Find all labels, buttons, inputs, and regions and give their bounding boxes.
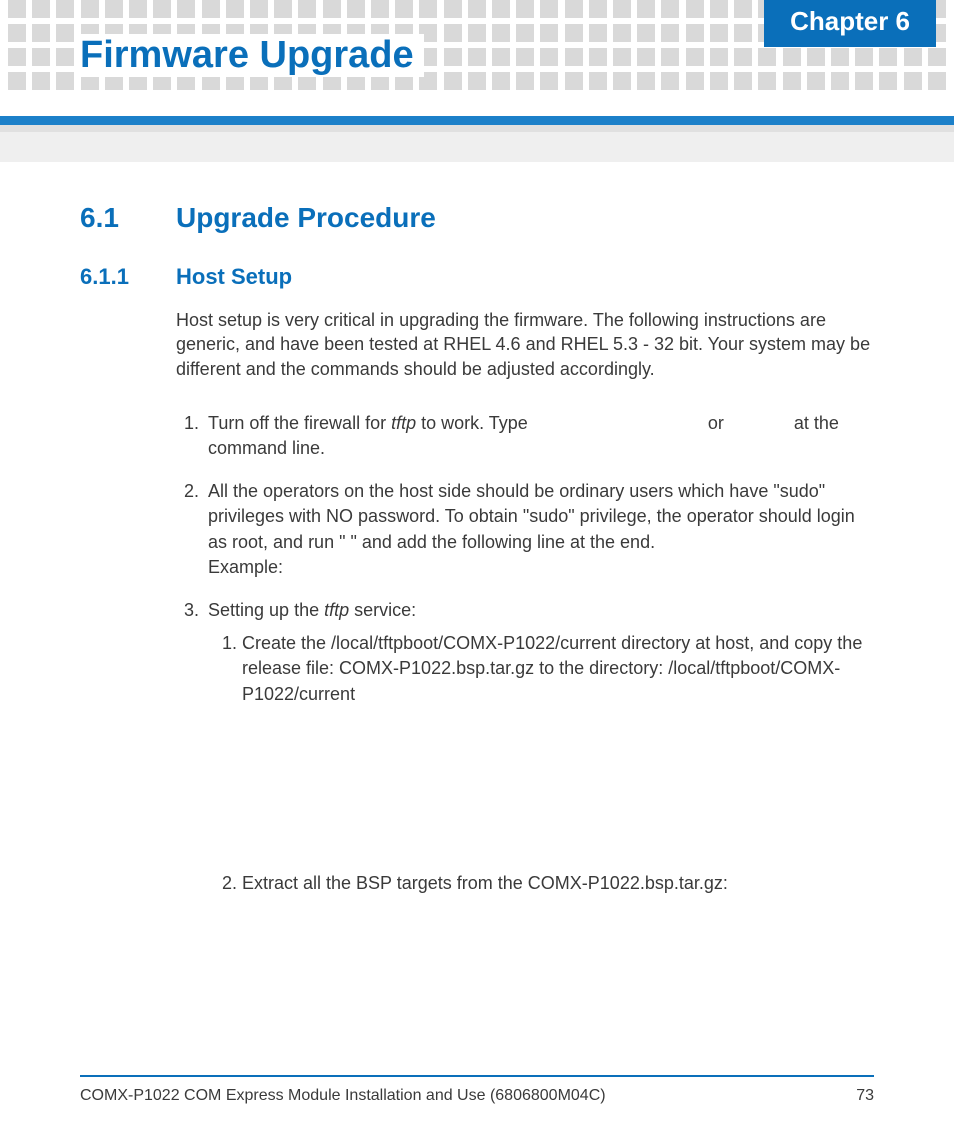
subsection-title: Host Setup (176, 264, 292, 290)
step-3-1: Create the /local/tftpboot/COMX-P1022/cu… (242, 631, 874, 707)
step-2: All the operators on the host side shoul… (204, 479, 874, 580)
step-1-text-a: Turn off the firewall for (208, 413, 391, 433)
section-heading: 6.1 Upgrade Procedure (80, 202, 874, 234)
intro-paragraph: Host setup is very critical in upgrading… (176, 308, 874, 381)
step-1: Turn off the firewall for tftp to work. … (204, 411, 874, 461)
step-3-2: Extract all the BSP targets from the COM… (242, 871, 874, 896)
page-title: Firmware Upgrade (80, 34, 424, 77)
footer-rule (80, 1075, 874, 1077)
step-3-substeps: Create the /local/tftpboot/COMX-P1022/cu… (208, 631, 874, 896)
step-1-italic-tftp: tftp (391, 413, 416, 433)
ordered-steps: Turn off the firewall for tftp to work. … (176, 411, 874, 896)
footer: COMX-P1022 COM Express Module Installati… (80, 1075, 874, 1105)
step-3-italic-tftp: tftp (324, 600, 349, 620)
subsection-number: 6.1.1 (80, 264, 176, 290)
step-2-text: All the operators on the host side shoul… (208, 481, 855, 551)
section-title: Upgrade Procedure (176, 202, 436, 234)
footer-page-number: 73 (856, 1087, 874, 1105)
step-3-gap (242, 721, 874, 871)
step-2-example-label: Example: (208, 557, 283, 577)
content-area: 6.1 Upgrade Procedure 6.1.1 Host Setup H… (0, 162, 954, 896)
step-1-text-b: to work. Type (416, 413, 533, 433)
header-separator (0, 116, 954, 132)
footer-doc-title: COMX-P1022 COM Express Module Installati… (80, 1087, 606, 1105)
header: Chapter 6 Firmware Upgrade (0, 0, 954, 96)
section-number: 6.1 (80, 202, 176, 234)
header-wash (0, 132, 954, 162)
step-3-text-a: Setting up the (208, 600, 324, 620)
step-3: Setting up the tftp service: Create the … (204, 598, 874, 896)
subsection-heading: 6.1.1 Host Setup (80, 264, 874, 290)
chapter-tab: Chapter 6 (764, 0, 936, 47)
step-1-text-c: or (703, 413, 729, 433)
step-3-text-b: service: (349, 600, 416, 620)
